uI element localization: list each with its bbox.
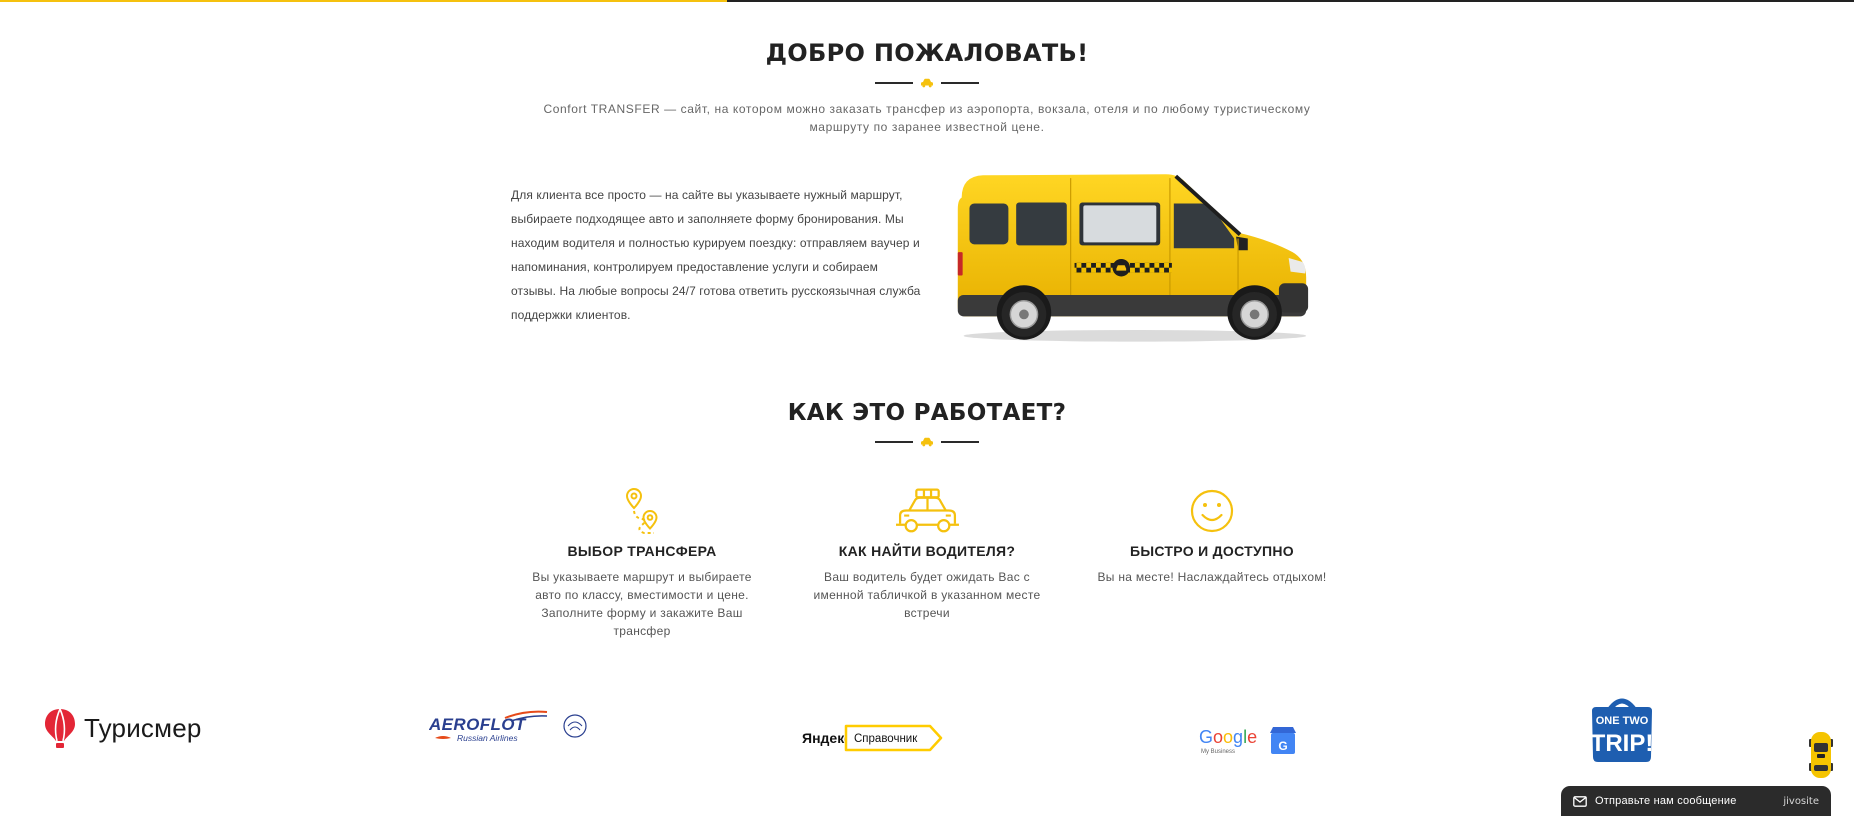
google-letter: o (1213, 727, 1223, 747)
google-letter: e (1247, 727, 1257, 747)
top-accent-line (0, 0, 1854, 2)
welcome-title: ДОБРО ПОЖАЛОВАТЬ! (765, 39, 1089, 67)
google-letter: G (1199, 727, 1213, 747)
balloon-icon (45, 708, 75, 748)
google-wordmark: Google (1199, 727, 1257, 747)
aeroflot-wordmark: AEROFLOT (429, 715, 527, 734)
divider-line (941, 441, 979, 443)
chat-brand: jivosite (1783, 795, 1819, 807)
aeroflot-emblem-icon (563, 714, 587, 738)
onetwotrip-line1: ONE TWO (1596, 715, 1649, 727)
taxi-van-image (957, 174, 1309, 342)
smiley-icon (1190, 489, 1234, 533)
route-pins-icon (625, 487, 658, 534)
step-title: БЫСТРО И ДОСТУПНО (1129, 543, 1294, 559)
about-text: Для клиента все просто — на сайте вы ука… (511, 188, 921, 322)
how-it-works-title: КАК ЭТО РАБОТАЕТ? (787, 400, 1067, 426)
partner-logo-turister[interactable]: Турисмер (44, 705, 224, 751)
partner-logo-yandex[interactable]: Яндекс Справочник (802, 722, 946, 754)
step-title: ВЫБОР ТРАНСФЕРА (567, 543, 717, 559)
step-text: Вы указываете маршрут и выбираете авто п… (532, 570, 752, 638)
taxi-icon (921, 78, 933, 88)
step-find-driver: КАК НАЙТИ ВОДИТЕЛЯ? Ваш водитель будет о… (802, 486, 1052, 622)
onetwotrip-line2: TRIP! (1591, 730, 1654, 757)
intro-text: Confort TRANSFER — сайт, на котором можн… (543, 102, 1311, 134)
turister-wordmark: Турисмер (84, 713, 202, 743)
partner-logo-onetwotrip[interactable]: ONE TWO TRIP! (1587, 695, 1657, 765)
title-divider (875, 436, 979, 448)
google-badge-letter: G (1278, 739, 1287, 753)
chat-widget-button[interactable]: Отправьте нам сообщение jivosite (1561, 786, 1831, 816)
step-transfer-choice: ВЫБОР ТРАНСФЕРА Вы указываете маршрут и … (517, 486, 767, 640)
google-tagline: My Business (1201, 749, 1235, 755)
step-text: Ваш водитель будет ожидать Вас с именной… (813, 570, 1041, 620)
taxi-icon (921, 437, 933, 447)
step-title: КАК НАЙТИ ВОДИТЕЛЯ? (838, 543, 1016, 559)
divider-line (875, 82, 913, 84)
taxi-car-icon (895, 488, 959, 532)
divider-line (941, 82, 979, 84)
step-text: Вы на месте! Наслаждайтесь отдыхом! (1097, 570, 1327, 584)
taxi-top-view-icon[interactable] (1808, 730, 1834, 780)
partner-logo-aeroflot[interactable]: AEROFLOT Russian Airlines (429, 708, 591, 750)
google-letter: g (1233, 727, 1243, 747)
google-letter: o (1223, 727, 1233, 747)
yandex-product: Справочник (854, 733, 918, 745)
title-divider (875, 77, 979, 89)
partner-logo-google-my-business[interactable]: Google My Business G (1199, 724, 1299, 758)
aeroflot-tagline: Russian Airlines (457, 733, 518, 743)
divider-line (875, 441, 913, 443)
store-icon: G (1270, 727, 1296, 754)
envelope-icon (1573, 795, 1587, 807)
yandex-wordmark: Яндекс (802, 730, 852, 746)
chat-label: Отправьте нам сообщение (1595, 795, 1737, 807)
step-fast-affordable: БЫСТРО И ДОСТУПНО Вы на месте! Наслаждай… (1087, 486, 1337, 586)
